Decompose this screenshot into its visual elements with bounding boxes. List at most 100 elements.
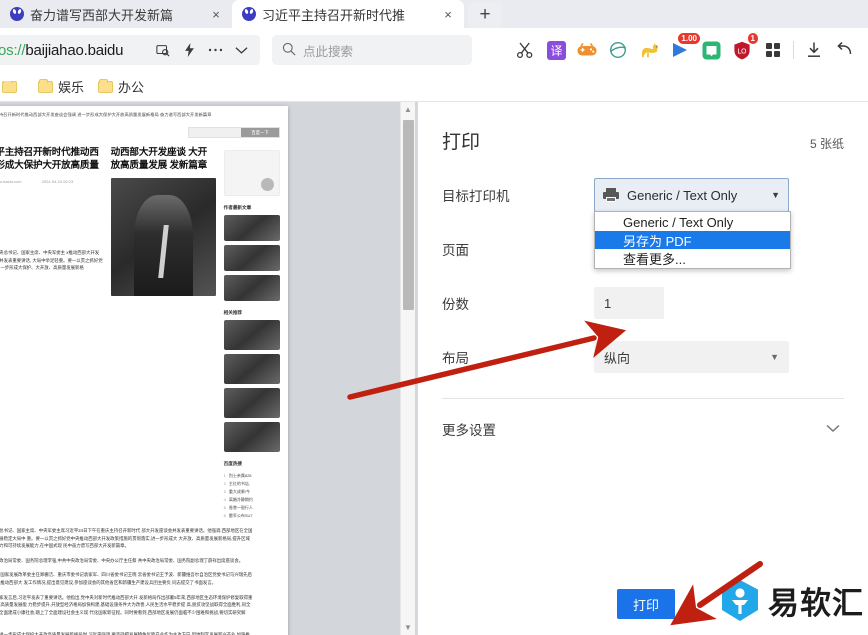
print-button[interactable]: 打印	[617, 589, 675, 619]
list-item: 5 香港一银行人	[224, 504, 280, 512]
close-icon[interactable]: ×	[208, 6, 224, 22]
new-tab-button[interactable]: +	[468, 2, 502, 28]
url-host: baijiahao.baidu	[25, 41, 124, 59]
browser-tab-2[interactable]: 习近平主持召开新时代推 ×	[232, 0, 464, 28]
print-preview-pane: 近平主持召开新时代推动西部大开发座谈会强调 进一步形成大保护大开放高质量发展新格…	[0, 102, 417, 635]
print-settings-panel: 打印 5 张纸 目标打印机 Generic / Text Only ▼ Gene…	[417, 102, 868, 635]
preview-body-1: 中共中央总书记、国家主席、中央军委主 x推动西部大开发座谈会并发表重要讲话, 大…	[0, 250, 103, 270]
destination-option-generic[interactable]: Generic / Text Only	[595, 213, 790, 231]
list-item: 1 烈士亲属828	[224, 472, 280, 480]
layout-select[interactable]: 纵向 ▼	[594, 341, 789, 373]
address-bar[interactable]: os://baijiahao.baidu	[0, 35, 260, 65]
search-input[interactable]: 点此搜索	[272, 35, 472, 65]
printer-icon	[603, 188, 619, 202]
search-icon	[282, 42, 296, 59]
preview-search-row: 百度一下	[0, 127, 280, 138]
pages-label: 页面	[442, 243, 469, 258]
baidu-icon	[10, 7, 24, 21]
preview-thumb-r3	[223, 388, 280, 418]
scroll-down-arrow[interactable]: ▼	[401, 620, 415, 635]
hot-num: 2	[223, 481, 226, 486]
baidu-icon	[242, 7, 256, 21]
layout-label: 布局	[442, 351, 469, 366]
print-dialog-header: 打印 5 张纸	[442, 102, 844, 154]
preview-hot-list: 1 烈士亲属828 2 主红的书店, 3 重大成果!今 4 离婚冷静期约 5 香港一银行人…	[224, 472, 280, 520]
shield-security-badge: 1	[747, 33, 758, 44]
scroll-up-arrow[interactable]: ▲	[401, 102, 415, 117]
bookmarks-bar: 娱乐 办公	[0, 72, 868, 102]
preview-time-0: 11:51	[0, 197, 103, 203]
close-icon[interactable]: ×	[440, 6, 456, 22]
browser-globe-icon[interactable]	[607, 39, 629, 61]
chevron-down-icon: ▼	[771, 190, 780, 200]
lightning-icon[interactable]	[176, 37, 202, 63]
folder-icon	[98, 78, 114, 93]
folder-icon	[2, 80, 17, 93]
hot-text: 香港一银行人	[228, 505, 253, 510]
image-search-icon[interactable]	[150, 37, 176, 63]
browser-tab-2-title: 习近平主持召开新时代推	[262, 7, 406, 23]
sheet-count: 5 张纸	[809, 137, 844, 151]
preview-hero-image	[110, 178, 216, 296]
chevron-down-icon[interactable]	[228, 37, 254, 63]
preview-body-5: 听取大家发言后,习近平发表了重要讲话。他指出,党中央对新时代推动西部大开 发新格…	[0, 594, 253, 615]
apps-grid-icon[interactable]	[762, 39, 784, 61]
bookmark-item-yule[interactable]: 娱乐	[38, 77, 84, 96]
svg-text:LO: LO	[737, 47, 747, 55]
hot-text: 主红的书店,	[228, 481, 250, 486]
layout-value: 纵向	[604, 350, 631, 366]
refresh-back-icon[interactable]	[834, 39, 856, 61]
preview-section-author: 作者最新文章	[223, 205, 252, 210]
more-settings-toggle[interactable]: 更多设置	[442, 399, 844, 439]
chevron-down-icon: ▼	[770, 352, 779, 362]
preview-search-button: 百度一下	[241, 128, 279, 137]
preview-body-3: 共中央政治局常委、国务院总理李强,中共中央政治局常委、中央办公厅主任蔡 共中央政…	[0, 557, 244, 563]
hot-num: 3	[223, 489, 226, 494]
preview-body-2: 共中央总书记、国家主席、中央军委主席习近平24日下午在重庆主持召开新时代 部大开…	[0, 528, 253, 549]
bookmark-label: 办公	[118, 80, 145, 95]
scissors-icon[interactable]	[514, 39, 536, 61]
preview-author-card	[223, 150, 280, 196]
more-dots-icon[interactable]	[202, 37, 228, 63]
destination-label: 目标打印机	[442, 189, 510, 204]
preview-col-right: 作者最新文章 相关推荐 百度热搜 1 烈士亲属828 2 主红的书店, 3 重大成果!…	[223, 146, 280, 520]
scrollbar-thumb[interactable]	[403, 120, 414, 310]
destination-option-see-more[interactable]: 查看更多...	[595, 249, 790, 267]
preview-thumb-a2	[223, 245, 280, 271]
shield-security-icon[interactable]: LO 1	[731, 33, 758, 61]
hot-text: 重大成果!今	[228, 489, 250, 494]
hot-text: 烈士亲属828	[228, 473, 252, 478]
hot-text: 离婚冷静期约	[228, 497, 253, 502]
preview-scrollbar[interactable]: ▲ ▼	[400, 102, 415, 635]
list-item: 3 重大成果!今	[224, 488, 280, 496]
destination-value: Generic / Text Only	[627, 187, 738, 203]
browser-tab-1-title: 奋力谱写西部大开发新篇	[30, 7, 174, 23]
preview-meta: baijiahao.baidu.com 2024-04-24 09:23	[0, 179, 103, 184]
preview-section-related: 相关推荐	[223, 310, 243, 315]
video-play-icon[interactable]: 1.00	[669, 33, 700, 61]
destination-select[interactable]: Generic / Text Only ▼	[594, 178, 789, 212]
preview-headline-mid: 动西部大开发座谈 大开放高质量发展 发新篇章	[110, 147, 208, 171]
yiruanhui-logo	[720, 579, 760, 623]
destination-option-save-as-pdf[interactable]: 另存为 PDF	[595, 231, 790, 249]
preview-meta-date: 2024-04-24 09:23	[41, 179, 74, 184]
search-placeholder: 点此搜索	[303, 44, 354, 59]
url-scheme: os://	[0, 41, 26, 59]
toolbar-divider	[793, 41, 794, 59]
cat-pet-icon[interactable]	[638, 39, 660, 61]
row-copies: 份数 1	[442, 276, 844, 330]
bookmark-item-bangong[interactable]: 办公	[98, 77, 144, 96]
preview-thumb-r4	[223, 422, 280, 452]
translate-icon[interactable]: 译	[545, 39, 567, 61]
preview-search-bar: 百度一下	[188, 127, 280, 138]
bookmark-item-0[interactable]	[2, 80, 24, 93]
game-controller-icon[interactable]	[576, 39, 598, 61]
note-green-icon[interactable]	[700, 39, 722, 61]
browser-tab-1[interactable]: 奋力谱写西部大开发新篇 ×	[0, 0, 232, 28]
hot-num: 6	[223, 513, 226, 518]
preview-thumb-a3	[223, 275, 280, 301]
browser-toolbar: os://baijiahao.baidu 点此搜索 译 1.00 LO 1	[0, 28, 868, 72]
download-icon[interactable]	[803, 39, 825, 61]
preview-page-header: 近平主持召开新时代推动西部大开发座谈会强调 进一步形成大保护大开放高质量发展新格…	[0, 112, 212, 117]
copies-input[interactable]: 1	[594, 287, 664, 319]
